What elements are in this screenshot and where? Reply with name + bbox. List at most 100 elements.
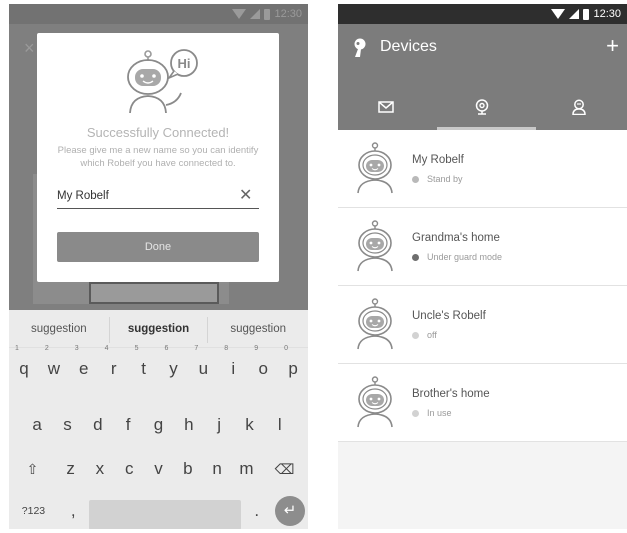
key-z[interactable]: z <box>56 454 85 484</box>
key-m[interactable]: m <box>232 454 261 484</box>
key-y[interactable]: 6y <box>159 345 189 384</box>
key-e[interactable]: 3e <box>69 345 99 384</box>
key-c[interactable]: c <box>115 454 144 484</box>
soft-keyboard: suggestion suggestion suggestion 1q2w3e4… <box>9 310 308 529</box>
battery-icon <box>583 8 590 20</box>
device-row[interactable]: My Robelf Stand by <box>338 130 627 208</box>
period-key[interactable]: . <box>241 496 272 526</box>
key-g[interactable]: g <box>143 410 173 440</box>
key-u[interactable]: 7u <box>188 345 218 384</box>
status-dot-icon <box>412 175 419 183</box>
key-number-hint: 2 <box>44 345 49 352</box>
robot-avatar-icon <box>352 376 398 428</box>
signal-icon <box>569 9 580 19</box>
key-label: w <box>47 359 60 378</box>
device-row[interactable]: Grandma's home Under guard mode <box>338 208 627 286</box>
device-row[interactable]: Uncle's Robelf off <box>338 286 627 364</box>
left-phone-screen: 12:30 × Hi Successfully Connected! Pleas… <box>9 4 308 529</box>
device-name: Grandma's home <box>412 232 500 244</box>
key-p[interactable]: 0p <box>278 345 308 384</box>
done-button[interactable]: Done <box>57 232 259 262</box>
space-key[interactable] <box>88 500 242 529</box>
robot-hi-illustration: Hi <box>127 49 198 114</box>
shift-key-icon[interactable]: ⇧ <box>9 454 56 484</box>
key-number-hint: 0 <box>284 345 289 352</box>
key-w[interactable]: 2w <box>39 345 69 384</box>
key-number-hint: 7 <box>194 345 199 352</box>
key-number-hint: 6 <box>164 345 169 352</box>
key-label: o <box>258 359 268 378</box>
key-r[interactable]: 4r <box>99 345 129 384</box>
key-n[interactable]: n <box>202 454 231 484</box>
tab-devices[interactable] <box>434 84 530 130</box>
key-j[interactable]: j <box>204 410 234 440</box>
tab-messages[interactable] <box>338 84 434 130</box>
key-k[interactable]: k <box>234 410 264 440</box>
add-device-button[interactable]: + <box>606 34 619 58</box>
key-v[interactable]: v <box>144 454 173 484</box>
robot-name-input[interactable] <box>57 184 259 209</box>
key-label: t <box>141 359 146 378</box>
clear-icon[interactable]: ✕ <box>239 185 252 207</box>
status-dot-icon <box>412 409 419 417</box>
page-title: Devices <box>380 38 437 55</box>
key-o[interactable]: 9o <box>248 345 278 384</box>
background-close-icon: × <box>24 38 35 58</box>
device-status-text: Under guard mode <box>427 252 503 262</box>
device-status: Under guard mode <box>412 252 502 262</box>
list-empty-area <box>338 442 627 529</box>
comma-key[interactable]: , <box>58 496 89 526</box>
key-label: e <box>79 359 89 378</box>
key-q[interactable]: 1q <box>9 345 39 384</box>
hi-bubble-text: Hi <box>178 56 191 71</box>
key-h[interactable]: h <box>174 410 204 440</box>
delete-key-icon[interactable]: ⌫ <box>261 454 308 484</box>
enter-key[interactable]: ↵ <box>272 496 308 526</box>
device-status: off <box>412 330 437 340</box>
suggestion-middle[interactable]: suggestion <box>108 316 209 343</box>
background-image <box>89 282 219 304</box>
device-status-text: In use <box>427 408 452 418</box>
key-number-hint: 3 <box>74 345 79 352</box>
device-status: In use <box>412 408 452 418</box>
key-b[interactable]: b <box>173 454 202 484</box>
key-d[interactable]: d <box>83 410 113 440</box>
key-x[interactable]: x <box>85 454 114 484</box>
status-bar: 12:30 <box>338 4 627 24</box>
status-time: 12:30 <box>593 8 621 20</box>
key-l[interactable]: l <box>265 410 295 440</box>
device-status-text: Stand by <box>427 174 463 184</box>
signal-icon <box>250 9 261 19</box>
device-name: Uncle's Robelf <box>412 310 486 322</box>
key-s[interactable]: s <box>52 410 82 440</box>
right-phone-screen: 12:30 Devices + My Robelf Stand by Grand… <box>338 4 627 529</box>
app-bar: Devices + <box>338 24 627 84</box>
key-label: i <box>231 359 236 378</box>
key-i[interactable]: 8i <box>218 345 248 384</box>
tab-bar <box>338 84 627 130</box>
status-dot-icon <box>412 253 419 261</box>
tab-contacts[interactable] <box>531 84 627 130</box>
key-label: y <box>169 359 178 378</box>
key-number-hint: 1 <box>14 345 19 352</box>
device-row[interactable]: Brother's home In use <box>338 364 627 442</box>
key-t[interactable]: 5t <box>129 345 159 384</box>
symbols-key[interactable]: ?123 <box>9 496 58 526</box>
person-icon <box>572 99 586 115</box>
key-a[interactable]: a <box>22 410 52 440</box>
device-list: My Robelf Stand by Grandma's home Under gua… <box>338 130 627 442</box>
key-number-hint: 5 <box>134 345 139 352</box>
robot-avatar-icon <box>352 298 398 350</box>
suggestion-left[interactable]: suggestion <box>9 323 109 335</box>
keyboard-row-2: asdfghjkl <box>9 410 308 440</box>
device-status: Stand by <box>412 174 463 184</box>
webcam-icon <box>476 99 489 115</box>
status-bar: 12:30 <box>9 4 308 24</box>
suggestion-right[interactable]: suggestion <box>208 323 308 335</box>
enter-icon: ↵ <box>275 496 305 526</box>
robot-avatar-icon <box>352 142 398 194</box>
envelope-icon <box>378 101 394 113</box>
status-time: 12:30 <box>274 8 302 20</box>
wifi-icon <box>551 9 566 19</box>
key-f[interactable]: f <box>113 410 143 440</box>
